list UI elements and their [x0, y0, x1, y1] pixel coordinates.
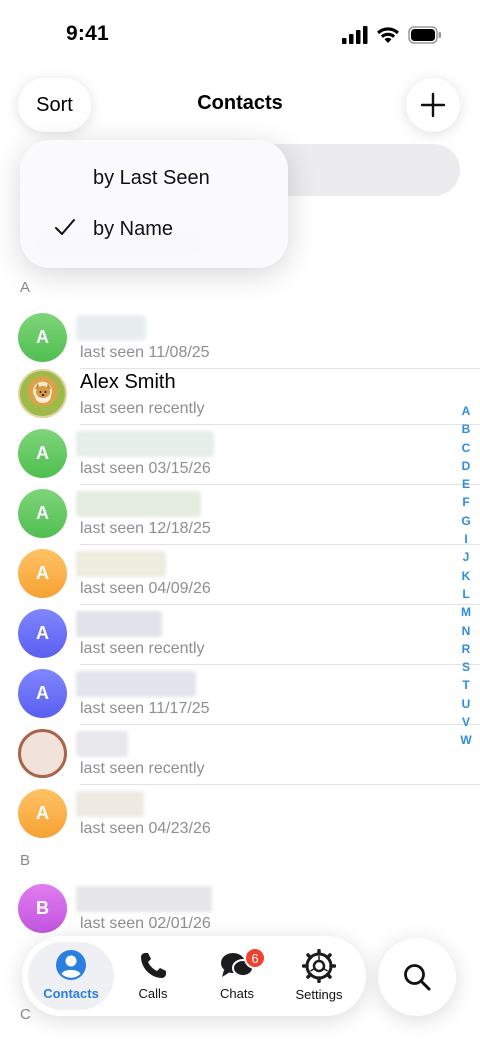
index-letter[interactable]: F: [462, 493, 469, 511]
contact-status: last seen 03/15/26: [80, 460, 211, 477]
avatar: A: [18, 789, 67, 838]
blurred-name: [76, 886, 212, 912]
index-letter[interactable]: J: [463, 548, 470, 566]
blurred-name: [76, 491, 201, 517]
avatar: A: [18, 669, 67, 718]
contact-row[interactable]: B last seen 02/01/26: [0, 880, 480, 940]
index-letter[interactable]: E: [462, 475, 470, 493]
avatar: B: [18, 884, 67, 933]
tab-label: Settings: [295, 987, 343, 1002]
unread-badge: 6: [244, 947, 266, 969]
dog-photo-icon: [34, 382, 51, 403]
blurred-name: [76, 315, 146, 341]
blurred-name: [76, 791, 144, 817]
index-letter[interactable]: K: [462, 567, 471, 585]
sort-menu: by Last Seen by Name: [20, 140, 288, 268]
index-letter[interactable]: D: [462, 457, 471, 475]
section-header-c: C: [20, 1006, 31, 1023]
contact-row[interactable]: A last seen 03/15/26: [0, 425, 480, 485]
tab-label: Calls: [138, 986, 168, 1001]
avatar: A: [18, 489, 67, 538]
nav-header: Sort Contacts: [0, 74, 480, 138]
menu-item-label: by Name: [93, 218, 174, 240]
tab-label: Contacts: [43, 986, 99, 1001]
index-letter[interactable]: V: [462, 713, 470, 731]
tab-bar: Contacts Calls 6 Chats Settings: [22, 936, 366, 1016]
contact-row[interactable]: A last seen 04/09/26: [0, 545, 480, 605]
contact-status: last seen 11/08/25: [80, 344, 210, 361]
contact-row[interactable]: A last seen 04/23/26: [0, 785, 480, 845]
avatar: A: [18, 609, 67, 658]
index-letter[interactable]: S: [462, 658, 470, 676]
contact-name: Alex Smith: [80, 371, 176, 393]
index-letter[interactable]: C: [462, 439, 471, 457]
contact-status: last seen 04/23/26: [80, 820, 211, 837]
index-letter[interactable]: N: [462, 622, 471, 640]
contact-status: last seen 04/09/26: [80, 580, 211, 597]
index-letter[interactable]: T: [462, 676, 469, 694]
contact-row[interactable]: A last seen 11/08/25: [0, 309, 480, 369]
person-icon: [56, 950, 86, 980]
status-bar: 9:41: [0, 0, 480, 70]
status-time: 9:41: [66, 22, 109, 45]
plus-icon: [420, 92, 446, 118]
add-contact-button[interactable]: [406, 78, 460, 132]
signal-icon: [342, 26, 368, 44]
tab-chats[interactable]: 6 Chats: [194, 942, 280, 1010]
index-letter[interactable]: G: [461, 512, 470, 530]
blurred-name: [76, 731, 128, 757]
index-letter[interactable]: L: [462, 585, 469, 603]
section-header-b: B: [20, 852, 31, 869]
index-letter[interactable]: W: [460, 731, 471, 749]
contact-row[interactable]: A last seen 12/18/25: [0, 485, 480, 545]
index-letter[interactable]: R: [462, 640, 471, 658]
contact-row[interactable]: last seen recently: [0, 725, 480, 785]
avatar: A: [18, 429, 67, 478]
avatar: A: [18, 549, 67, 598]
contact-status: last seen recently: [80, 400, 205, 417]
search-icon: [404, 964, 431, 991]
index-letter[interactable]: M: [461, 603, 471, 621]
index-letter[interactable]: B: [462, 420, 471, 438]
menu-item-label: by Last Seen: [93, 167, 210, 189]
battery-icon: [408, 26, 441, 44]
tab-calls[interactable]: Calls: [110, 942, 196, 1010]
index-letter[interactable]: U: [462, 695, 471, 713]
blurred-name: [76, 671, 196, 697]
checkmark-icon: [55, 219, 75, 235]
contact-status: last seen recently: [80, 760, 205, 777]
blurred-name: [76, 551, 166, 577]
contact-status: last seen 11/17/25: [80, 700, 210, 717]
sort-by-last-seen-option[interactable]: by Last Seen: [20, 153, 288, 205]
tab-settings[interactable]: Settings: [276, 942, 362, 1010]
gear-icon: [302, 949, 336, 983]
contact-status: last seen 12/18/25: [80, 520, 211, 537]
blurred-name: [76, 431, 214, 457]
contact-row[interactable]: A last seen recently: [0, 605, 480, 665]
sort-by-name-option[interactable]: by Name: [20, 204, 288, 256]
status-icons: [342, 26, 442, 44]
index-letter[interactable]: A: [462, 402, 471, 420]
avatar-photo: [18, 729, 67, 778]
avatar: A: [18, 313, 67, 362]
contact-status: last seen 02/01/26: [80, 915, 211, 932]
contact-status: last seen recently: [80, 640, 205, 657]
contact-row[interactable]: Alex Smith last seen recently: [0, 365, 480, 425]
index-letter[interactable]: I: [464, 530, 467, 548]
avatar-photo: [18, 369, 67, 418]
blurred-name: [76, 611, 162, 637]
alphabet-index[interactable]: A B C D E F G I J K L M N R S T U V W: [459, 402, 473, 750]
section-header-a: A: [20, 279, 31, 296]
tab-label: Chats: [220, 986, 254, 1001]
wifi-icon: [377, 27, 399, 43]
search-button[interactable]: [378, 938, 456, 1016]
tab-contacts[interactable]: Contacts: [28, 942, 114, 1010]
contact-row[interactable]: A last seen 11/17/25: [0, 665, 480, 725]
phone-icon: [141, 953, 166, 978]
